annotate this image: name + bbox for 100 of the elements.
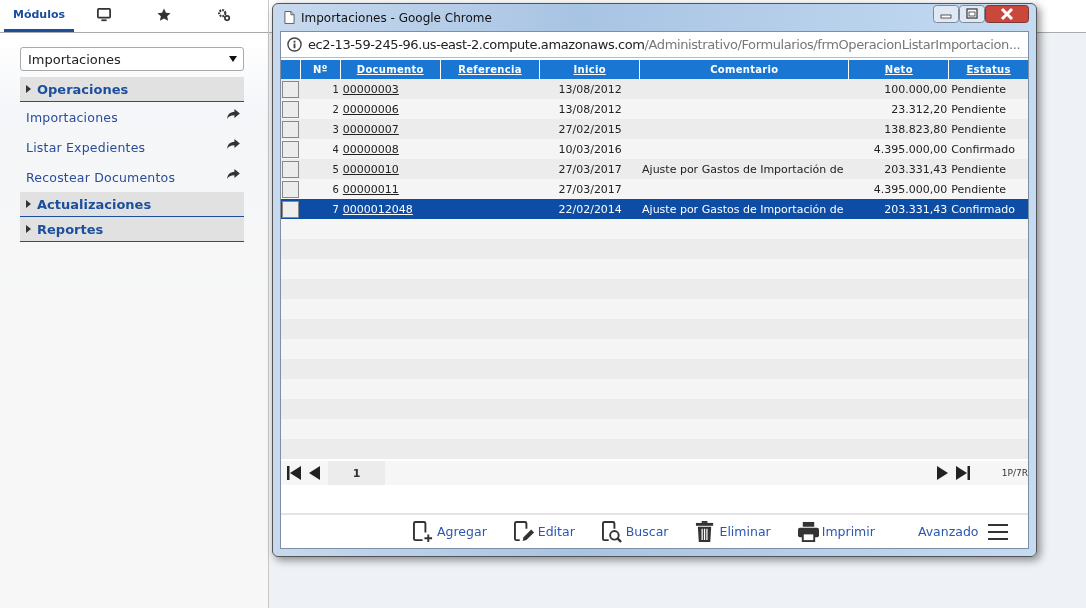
first-page-icon[interactable] <box>287 466 301 480</box>
document-link[interactable]: 0000012048 <box>342 202 413 216</box>
add-document-icon <box>413 520 434 543</box>
caret-right-icon <box>26 85 31 93</box>
table-cell: 2 <box>332 103 339 115</box>
table-cell: 13/08/2012 <box>558 102 622 116</box>
menu-item-label: Listar Expedientes <box>26 139 146 155</box>
table-cell: 138.823,80 <box>884 122 948 136</box>
table-cell: 203.331,43 <box>884 202 948 216</box>
table-cell: Pendiente <box>951 102 1007 116</box>
toolbar-button[interactable]: Agregar <box>413 517 487 546</box>
document-link[interactable]: 00000007 <box>342 122 399 136</box>
module-dropdown[interactable]: Importaciones <box>20 47 244 71</box>
document-link[interactable]: 00000010 <box>342 162 399 176</box>
url-text: ec2-13-59-245-96.us-east-2.compute.amazonaws.com/Administrativo/Formularios/frmOperacionListarImportacion... <box>308 37 1021 52</box>
row-checkbox[interactable] <box>282 100 300 118</box>
row-checkbox[interactable] <box>282 180 300 198</box>
star-icon <box>157 7 171 22</box>
table-cell: 27/03/2017 <box>558 162 622 176</box>
document-link[interactable]: 00000011 <box>342 182 399 196</box>
menu-item[interactable]: Importaciones <box>20 102 244 132</box>
table-row[interactable]: 4 00000008 10/03/2016 4.395.000,00 Confirmado <box>281 139 1028 159</box>
table-cell: 3 <box>332 123 339 135</box>
sidebar-tab[interactable]: Módulos <box>4 0 74 32</box>
gears-icon <box>217 7 231 22</box>
table-cell: 7 <box>332 203 339 215</box>
section-title: Reportes <box>37 221 104 237</box>
table-cell: 100.000,00 <box>884 82 948 96</box>
printer-icon <box>797 520 819 543</box>
address-bar[interactable]: ec2-13-59-245-96.us-east-2.compute.amazonaws.com/Administrativo/Formularios/frmOperacionListarImportacion... <box>281 32 1028 58</box>
toolbar-button[interactable]: Eliminar <box>695 517 771 546</box>
table-cell: 4.395.000,00 <box>873 142 948 156</box>
menu-item-label: Importaciones <box>26 109 118 125</box>
table-cell: 22/02/2014 <box>558 202 622 216</box>
table-cell: 10/03/2016 <box>558 142 622 156</box>
page-number[interactable]: 1 <box>328 461 385 485</box>
row-checkbox[interactable] <box>282 140 300 158</box>
section-header[interactable]: Operaciones <box>20 77 244 102</box>
advanced-button[interactable]: Avanzado <box>917 517 1008 546</box>
row-checkbox[interactable] <box>282 200 300 218</box>
table-cell: Pendiente <box>951 122 1007 136</box>
table-row[interactable]: 2 00000006 13/08/2012 23.312,20 Pendiente <box>281 99 1028 119</box>
dropdown-caret-icon <box>229 56 237 62</box>
table-row[interactable]: 6 00000011 27/03/2017 4.395.000,00 Pendiente <box>281 179 1028 199</box>
table-cell: Confirmado <box>951 142 1015 156</box>
close-button[interactable] <box>985 5 1029 23</box>
prev-page-icon[interactable] <box>309 466 320 480</box>
table-row[interactable]: 7 0000012048 22/02/2014 Ajuste por Gastos de Importación de 203.331,43 Confirmado <box>281 199 1028 219</box>
table-row[interactable]: 5 00000010 27/03/2017 Ajuste por Gastos de Importación de 203.331,43 Pendiente <box>281 159 1028 179</box>
row-checkbox[interactable] <box>282 80 300 98</box>
share-arrow-icon <box>227 139 240 149</box>
share-arrow-icon <box>227 169 240 179</box>
caret-right-icon <box>26 225 31 233</box>
monitor-icon <box>97 7 111 22</box>
table-cell: 203.331,43 <box>884 162 948 176</box>
section-title: Actualizaciones <box>37 196 152 212</box>
table-cell: 27/02/2015 <box>558 122 622 136</box>
page-icon <box>284 11 295 24</box>
search-document-icon <box>601 520 623 543</box>
menu-item[interactable]: Listar Expedientes <box>20 132 244 162</box>
section-header[interactable]: Reportes <box>20 217 244 242</box>
column-header[interactable]: Estatus <box>949 60 1028 79</box>
edit-document-icon <box>513 520 535 543</box>
row-checkbox[interactable] <box>282 160 300 178</box>
table-cell: 4.395.000,00 <box>873 182 948 196</box>
table-cell: Ajuste por Gastos de Importación de <box>642 162 844 176</box>
section-title: Operaciones <box>37 81 129 97</box>
table-cell: Pendiente <box>951 82 1007 96</box>
document-link[interactable]: 00000008 <box>342 142 399 156</box>
section-header[interactable]: Actualizaciones <box>20 192 244 217</box>
minimize-button[interactable] <box>933 5 959 23</box>
window-title: Importaciones - Google Chrome <box>301 10 493 25</box>
table-cell: 4 <box>332 143 339 155</box>
table-cell: Pendiente <box>951 182 1007 196</box>
toolbar-button[interactable]: Editar <box>513 517 575 546</box>
table-cell: 27/03/2017 <box>558 182 622 196</box>
table-cell: Confirmado <box>951 202 1015 216</box>
table-cell: 6 <box>332 183 339 195</box>
table-cell: 1 <box>332 83 339 95</box>
next-page-icon[interactable] <box>936 466 948 480</box>
table-row[interactable]: 1 00000003 13/08/2012 100.000,00 Pendiente <box>281 79 1028 99</box>
toolbar-button[interactable]: Buscar <box>601 517 669 546</box>
page-summary: 1P/7R <box>1001 468 1028 478</box>
table-cell: Ajuste por Gastos de Importación de <box>642 202 844 216</box>
document-link[interactable]: 00000003 <box>342 82 399 96</box>
info-icon <box>287 37 302 52</box>
last-page-icon[interactable] <box>955 466 970 480</box>
caret-right-icon <box>26 200 31 208</box>
toolbar-button[interactable]: Imprimir <box>797 517 875 546</box>
table-cell: Pendiente <box>951 162 1007 176</box>
table-cell: 23.312,20 <box>891 102 948 116</box>
maximize-button[interactable] <box>959 5 985 23</box>
share-arrow-icon <box>227 109 240 119</box>
table-cell: 13/08/2012 <box>558 82 622 96</box>
document-link[interactable]: 00000006 <box>342 102 399 116</box>
table-row[interactable]: 3 00000007 27/02/2015 138.823,80 Pendiente <box>281 119 1028 139</box>
menu-item-label: Recostear Documentos <box>26 169 176 185</box>
row-checkbox[interactable] <box>282 120 300 138</box>
table-cell: 5 <box>332 163 339 175</box>
menu-item[interactable]: Recostear Documentos <box>20 162 244 192</box>
